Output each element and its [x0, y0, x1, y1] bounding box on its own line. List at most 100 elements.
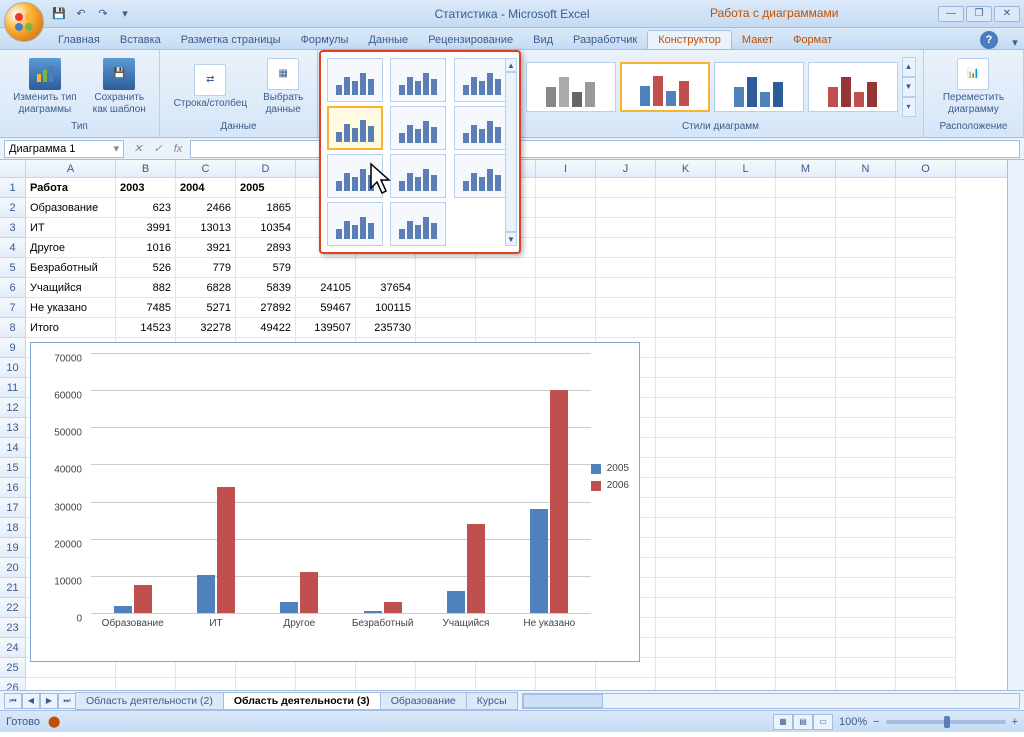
- cell[interactable]: [836, 258, 896, 278]
- cell[interactable]: [776, 578, 836, 598]
- cell[interactable]: [896, 478, 956, 498]
- cell[interactable]: [716, 318, 776, 338]
- cell[interactable]: [716, 538, 776, 558]
- chart-style-4[interactable]: [808, 62, 898, 112]
- row-header[interactable]: 15: [0, 458, 26, 478]
- tab-home[interactable]: Главная: [48, 31, 110, 49]
- col-header-K[interactable]: K: [656, 160, 716, 177]
- row-header[interactable]: 1: [0, 178, 26, 198]
- cell[interactable]: [716, 598, 776, 618]
- cell[interactable]: [476, 258, 536, 278]
- cell[interactable]: 1865: [236, 198, 296, 218]
- cell[interactable]: [716, 258, 776, 278]
- cell[interactable]: [596, 278, 656, 298]
- cell[interactable]: [536, 258, 596, 278]
- cell[interactable]: [776, 278, 836, 298]
- cell[interactable]: [536, 178, 596, 198]
- tab-format[interactable]: Формат: [783, 31, 842, 49]
- cell[interactable]: [776, 658, 836, 678]
- cell[interactable]: 49422: [236, 318, 296, 338]
- cell[interactable]: [656, 178, 716, 198]
- row-header[interactable]: 11: [0, 378, 26, 398]
- cell[interactable]: Не указано: [26, 298, 116, 318]
- undo-icon[interactable]: ↶: [72, 5, 90, 23]
- cell[interactable]: [656, 578, 716, 598]
- cell[interactable]: [896, 418, 956, 438]
- col-header-B[interactable]: B: [116, 160, 176, 177]
- cell[interactable]: [776, 438, 836, 458]
- cell[interactable]: [716, 278, 776, 298]
- save-icon[interactable]: 💾: [50, 5, 68, 23]
- cell[interactable]: [716, 298, 776, 318]
- cell[interactable]: [836, 398, 896, 418]
- cell[interactable]: 5839: [236, 278, 296, 298]
- chart-layout-2[interactable]: [390, 58, 446, 102]
- cell[interactable]: [596, 298, 656, 318]
- cell[interactable]: [836, 298, 896, 318]
- cell[interactable]: [596, 258, 656, 278]
- cell[interactable]: [536, 678, 596, 690]
- cell[interactable]: [896, 618, 956, 638]
- row-header[interactable]: 13: [0, 418, 26, 438]
- chart-layout-8[interactable]: [390, 154, 446, 198]
- row-header[interactable]: 16: [0, 478, 26, 498]
- chart-layout-11[interactable]: [390, 202, 446, 246]
- cell[interactable]: [836, 478, 896, 498]
- row-header[interactable]: 26: [0, 678, 26, 690]
- formula-input[interactable]: [190, 140, 1020, 158]
- cell[interactable]: [656, 438, 716, 458]
- sheet-nav[interactable]: ⏮◀▶⏭: [4, 693, 76, 709]
- cell[interactable]: [836, 578, 896, 598]
- cell[interactable]: [716, 458, 776, 478]
- cell[interactable]: 139507: [296, 318, 356, 338]
- cell[interactable]: [836, 458, 896, 478]
- cell[interactable]: [896, 198, 956, 218]
- name-box[interactable]: Диаграмма 1▾: [4, 140, 124, 158]
- cell[interactable]: [836, 678, 896, 690]
- chart-style-2[interactable]: [620, 62, 710, 112]
- cell[interactable]: 3991: [116, 218, 176, 238]
- cell[interactable]: [716, 578, 776, 598]
- chart-layout-1[interactable]: [327, 58, 383, 102]
- cell[interactable]: [716, 378, 776, 398]
- col-header-J[interactable]: J: [596, 160, 656, 177]
- cell[interactable]: [896, 358, 956, 378]
- cell[interactable]: [716, 678, 776, 690]
- cell[interactable]: [716, 418, 776, 438]
- cell[interactable]: [26, 678, 116, 690]
- cell[interactable]: [536, 198, 596, 218]
- cell[interactable]: 882: [116, 278, 176, 298]
- cell[interactable]: [716, 438, 776, 458]
- cell[interactable]: [776, 498, 836, 518]
- cell[interactable]: [776, 638, 836, 658]
- cell[interactable]: 2003: [116, 178, 176, 198]
- horizontal-scrollbar[interactable]: [522, 693, 1020, 709]
- row-header[interactable]: 25: [0, 658, 26, 678]
- cell[interactable]: [716, 358, 776, 378]
- sheet-tab[interactable]: Образование: [380, 692, 467, 710]
- cell[interactable]: [656, 658, 716, 678]
- cell[interactable]: [656, 478, 716, 498]
- row-header[interactable]: 2: [0, 198, 26, 218]
- cell[interactable]: [656, 338, 716, 358]
- cell[interactable]: [716, 218, 776, 238]
- cell[interactable]: 2893: [236, 238, 296, 258]
- cell[interactable]: 37654: [356, 278, 416, 298]
- cell[interactable]: [836, 418, 896, 438]
- style-gallery-scroll[interactable]: ▲▼▾: [902, 57, 916, 117]
- cell[interactable]: [656, 258, 716, 278]
- chart-layout-7[interactable]: [327, 154, 383, 198]
- cell[interactable]: ИТ: [26, 218, 116, 238]
- embedded-chart[interactable]: 010000200003000040000500006000070000 Обр…: [30, 342, 640, 662]
- cell[interactable]: [836, 318, 896, 338]
- row-header[interactable]: 20: [0, 558, 26, 578]
- cell[interactable]: 526: [116, 258, 176, 278]
- cell[interactable]: [776, 418, 836, 438]
- cell[interactable]: [656, 678, 716, 690]
- cell[interactable]: 7485: [116, 298, 176, 318]
- cell[interactable]: [416, 318, 476, 338]
- cell[interactable]: [836, 658, 896, 678]
- cell[interactable]: [836, 498, 896, 518]
- row-header[interactable]: 18: [0, 518, 26, 538]
- cell[interactable]: [776, 178, 836, 198]
